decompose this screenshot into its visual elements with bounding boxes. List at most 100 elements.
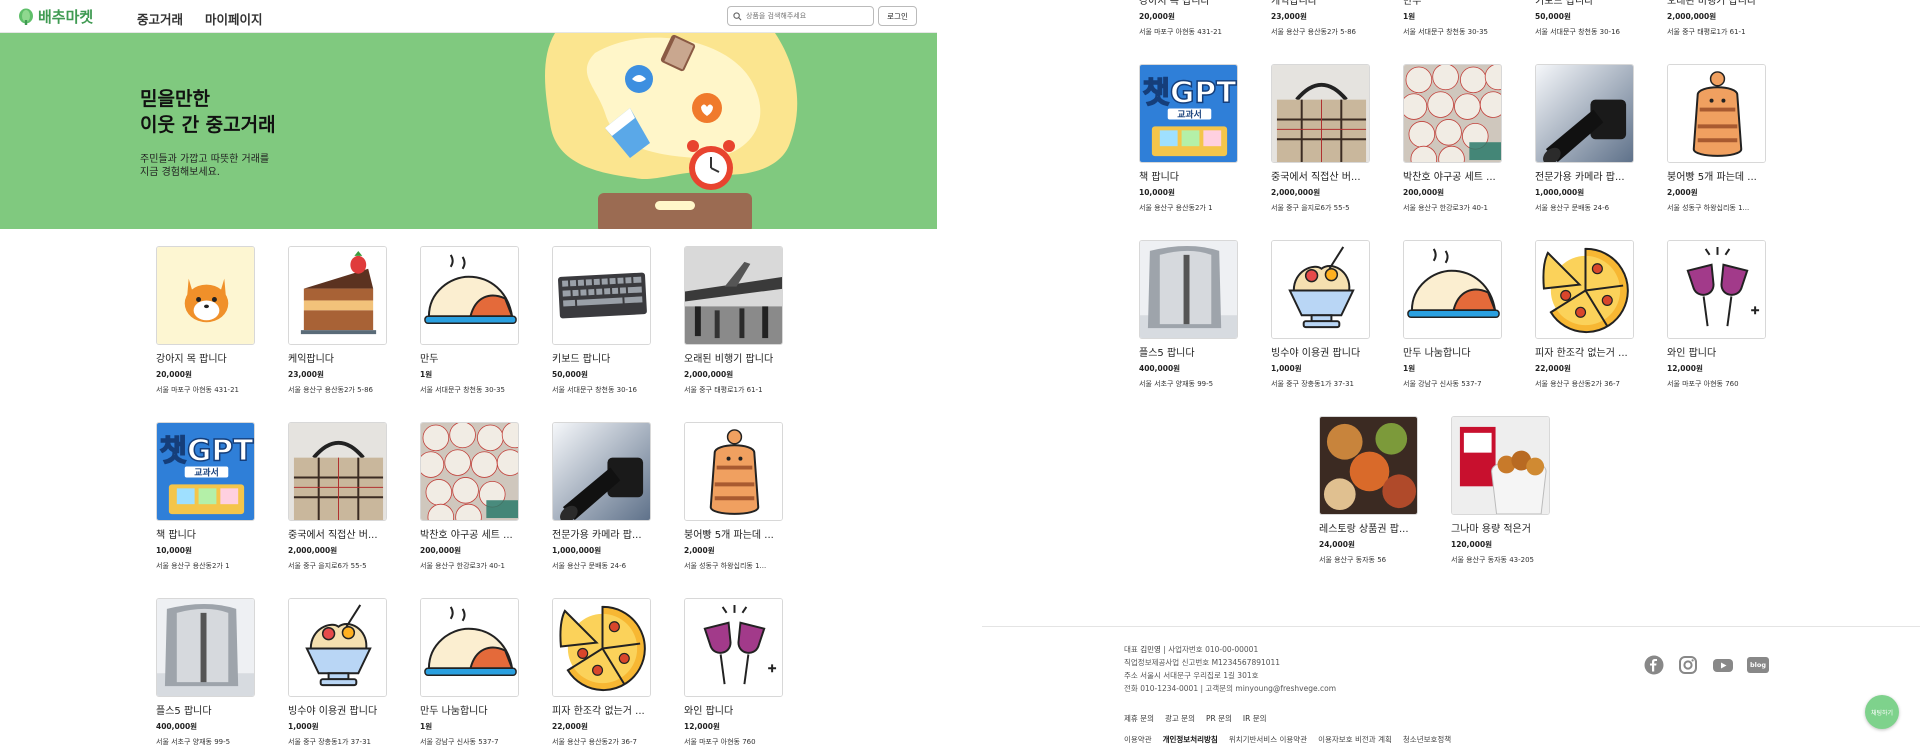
product-card[interactable]: 챗GPT 교과서 책 팝니다 10,000원 서울 용산구 용산동2가 1 [156,422,256,582]
food-photo[interactable] [1319,416,1418,515]
product-title: 중국에서 직접산 버... [1271,172,1361,183]
book-icon[interactable]: 챗GPT 교과서 [1139,64,1238,163]
location-terms-link[interactable]: 위치기반서비스 이용약관 [1229,734,1307,745]
book-icon[interactable]: 챗GPT 교과서 [156,422,255,521]
product-price: 12,000원 [684,722,720,731]
footer-inquiry-links: 제휴 문의 광고 문의 PR 문의 IR 문의 [1124,713,1267,724]
ceo-label: 대표 [1124,645,1138,654]
search-input[interactable] [746,12,864,20]
product-card[interactable]: 키보드 팝니다 50,000원 서울 서대문구 창천동 30-16 [1535,0,1635,48]
nav-used-trade[interactable]: 중고거래 [137,9,183,28]
product-address: 서울 용산구 용산동2가 5-86 [288,386,373,394]
login-button[interactable]: 로그인 [878,6,917,26]
product-card[interactable]: 오래된 비행기 팝니다 2,000,000원 서울 중구 태평로1가 61-1 [1667,0,1767,48]
product-card[interactable]: 중국에서 직접산 버... 2,000,000원 서울 중구 을지로6가 55-5 [288,422,388,582]
product-card[interactable]: 중국에서 직접산 버... 2,000,000원 서울 중구 을지로6가 55-5 [1271,64,1371,224]
product-card[interactable]: 박찬호 야구공 세트 ... 200,000원 서울 용산구 한강로3가 40-1 [420,422,520,582]
fishbread-icon[interactable] [684,422,783,521]
partnership-inquiry-link[interactable]: 제휴 문의 [1124,713,1154,724]
product-card[interactable]: 만두 1원 서울 서대문구 창천동 30-35 [420,246,520,406]
product-card[interactable]: 붕어빵 5개 파는데 ... 2,000원 서울 성동구 하왕십리동 1... [1667,64,1767,224]
instagram-icon[interactable] [1678,655,1698,675]
product-card[interactable]: 피자 한조각 없는거 ... 22,000원 서울 용산구 용산동2가 36-7 [1535,240,1635,400]
pr-inquiry-link[interactable]: PR 문의 [1206,713,1232,724]
airplane-photo[interactable] [684,246,783,345]
product-address: 서울 용산구 용산동2가 1 [1139,204,1213,212]
privacy-policy-link[interactable]: 개인정보처리방침 [1163,734,1218,745]
chicken-photo[interactable] [1451,416,1550,515]
product-title: 강아지 목 팝니다 [1139,0,1210,7]
pizza-icon[interactable] [552,598,651,697]
pizza-icon[interactable] [1535,240,1634,339]
hero-subtitle-line1: 주민들과 가깝고 따뜻한 거래를 [140,154,270,165]
contact-email[interactable]: minyoung@freshvege.com [1235,684,1336,693]
svg-text:교과서: 교과서 [1177,108,1202,120]
product-card[interactable]: 전문가용 카메라 팝... 1,000,000원 서울 용산구 문배동 24-6 [1535,64,1635,224]
product-card[interactable]: 붕어빵 5개 파는데 ... 2,000원 서울 성동구 하왕십리동 1... [684,422,784,582]
dog-icon[interactable] [156,246,255,345]
dumpling-icon[interactable] [420,598,519,697]
product-card[interactable]: 만두 나눔합니다 1원 서울 강남구 신사동 537-7 [1403,240,1503,400]
product-card[interactable]: 플스5 팝니다 400,000원 서울 서초구 양재동 99-5 [1139,240,1239,400]
wine-icon[interactable] [684,598,783,697]
product-title: 만두 나눔합니다 [420,706,488,717]
baseballs-photo[interactable] [1403,64,1502,163]
bag-photo[interactable] [288,422,387,521]
cake-icon[interactable] [288,246,387,345]
product-title: 와인 팝니다 [1667,348,1717,359]
nav-mypage[interactable]: 마이페이지 [205,9,263,28]
product-card[interactable]: 강아지 목 팝니다 20,000원 서울 마포구 아현동 431-21 [1139,0,1239,48]
camera-photo[interactable] [1535,64,1634,163]
camera-photo[interactable] [552,422,651,521]
product-card[interactable]: 그나마 용량 적은거 120,000원 서울 용산구 동자동 43-205 [1451,416,1551,576]
product-card[interactable]: 강아지 목 팝니다 20,000원 서울 마포구 아현동 431-21 [156,246,256,406]
product-address: 서울 용산구 동자동 56 [1319,556,1387,564]
product-card[interactable]: 피자 한조각 없는거 ... 22,000원 서울 용산구 용산동2가 36-7 [552,598,652,750]
product-card[interactable]: 만두 나눔합니다 1원 서울 강남구 신사동 537-7 [420,598,520,750]
ad-inquiry-link[interactable]: 광고 문의 [1165,713,1195,724]
blog-icon[interactable]: blog [1747,657,1769,673]
product-card[interactable]: 레스토랑 상품권 팝... 24,000원 서울 용산구 동자동 56 [1319,416,1419,576]
youtube-icon[interactable] [1712,655,1734,675]
product-card[interactable]: 오래된 비행기 팝니다 2,000,000원 서울 중구 태평로1가 61-1 [684,246,784,406]
product-title: 책 팝니다 [156,530,196,541]
product-address: 서울 용산구 문배동 24-6 [1535,204,1610,212]
left-page-view: 배추마켓 중고거래 마이페이지 로그인 믿을만한 이웃 간 중고거래 주민들과 … [0,0,937,750]
product-card[interactable]: 만두 1원 서울 서대문구 창천동 30-35 [1403,0,1503,48]
terms-link[interactable]: 이용약관 [1124,734,1152,745]
bag-photo[interactable] [1271,64,1370,163]
chat-button[interactable]: 채팅하기 [1865,695,1899,729]
product-card[interactable]: 와인 팝니다 12,000원 서울 마포구 아현동 760 [684,598,784,750]
keyboard-icon[interactable] [552,246,651,345]
product-card[interactable]: 키보드 팝니다 50,000원 서울 서대문구 창천동 30-16 [552,246,652,406]
product-card[interactable]: 박찬호 야구공 세트 ... 200,000원 서울 용산구 한강로3가 40-1 [1403,64,1503,224]
facebook-icon[interactable] [1644,655,1664,675]
product-address: 서울 마포구 아현동 431-21 [1139,28,1222,36]
baseballs-photo[interactable] [420,422,519,521]
product-card[interactable]: 전문가용 카메라 팝... 1,000,000원 서울 용산구 문배동 24-6 [552,422,652,582]
user-protection-link[interactable]: 이용자보호 비전과 계획 [1318,734,1392,745]
product-card[interactable]: 챗GPT 교과서 책 팝니다 10,000원 서울 용산구 용산동2가 1 [1139,64,1239,224]
product-price: 120,000원 [1451,540,1493,549]
product-card[interactable]: 케익팝니다 23,000원 서울 용산구 용산동2가 5-86 [288,246,388,406]
dumpling-icon[interactable] [420,246,519,345]
product-card[interactable]: 와인 팝니다 12,000원 서울 마포구 아현동 760 [1667,240,1767,400]
dumpling-icon[interactable] [1403,240,1502,339]
bingsu-icon[interactable] [288,598,387,697]
logo[interactable]: 배추마켓 [18,6,93,27]
wine-icon[interactable] [1667,240,1766,339]
fishbread-icon[interactable] [1667,64,1766,163]
ir-inquiry-link[interactable]: IR 문의 [1243,713,1267,724]
product-card[interactable]: 빙수야 이용권 팝니다 1,000원 서울 중구 장충동1가 37-31 [288,598,388,750]
product-card[interactable]: 빙수야 이용권 팝니다 1,000원 서울 중구 장충동1가 37-31 [1271,240,1371,400]
product-card[interactable]: 플스5 팝니다 400,000원 서울 서초구 양재동 99-5 [156,598,256,750]
product-title: 레스토랑 상품권 팝... [1319,524,1409,535]
product-price: 22,000원 [552,722,588,731]
ps5-photo[interactable] [156,598,255,697]
ps5-photo[interactable] [1139,240,1238,339]
bingsu-icon[interactable] [1271,240,1370,339]
svg-text:챗GPT: 챗GPT [1143,76,1237,111]
product-card[interactable]: 케익팝니다 23,000원 서울 용산구 용산동2가 5-86 [1271,0,1371,48]
youth-policy-link[interactable]: 청소년보호정책 [1403,734,1451,745]
product-address: 서울 중구 장충동1가 37-31 [288,738,371,746]
